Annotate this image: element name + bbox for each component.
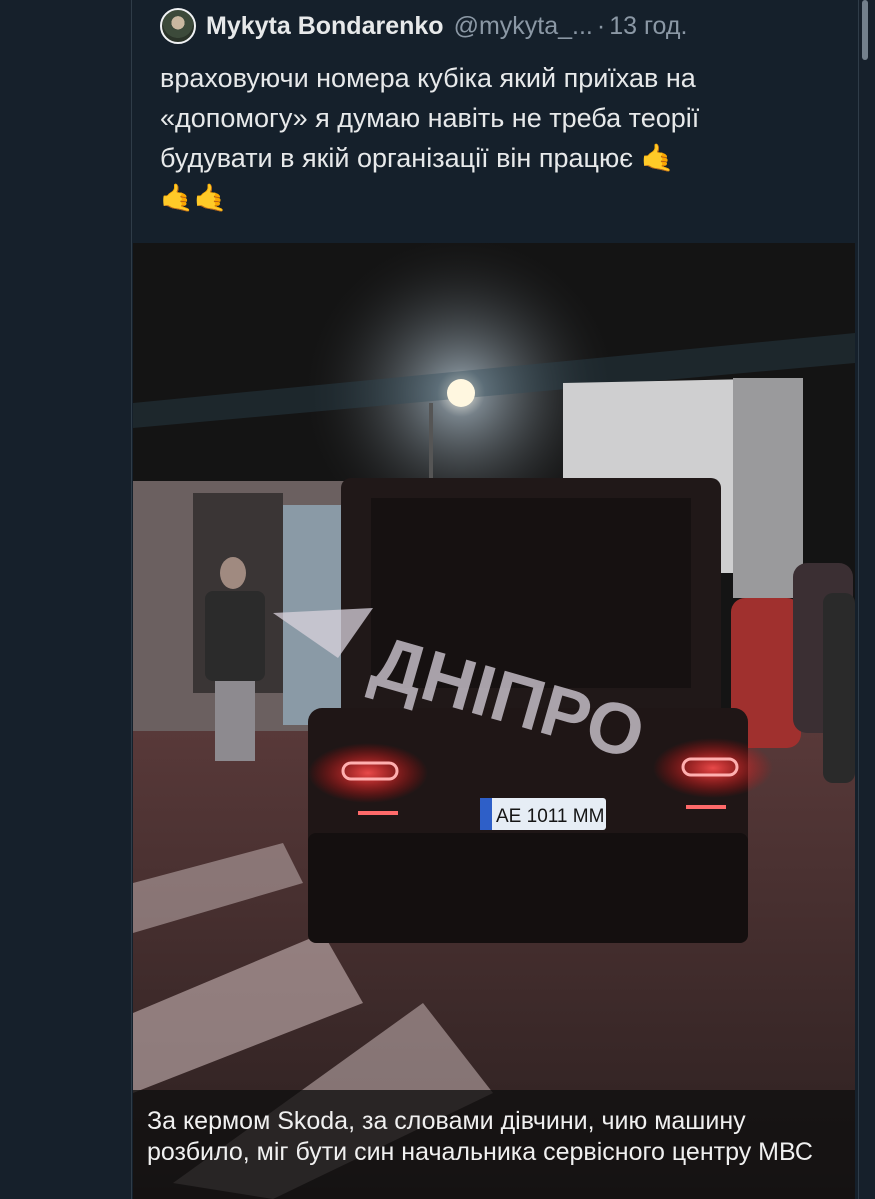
avatar[interactable] [160, 8, 196, 44]
tweet-text-segment: будувати в якій організації він працює [160, 143, 633, 173]
video-frame: AE 1011 MM ДНІПРО [133, 243, 855, 1199]
license-plate-text: AE 1011 MM [496, 806, 604, 827]
tweet-text-line: будувати в якій організації він працює 🤙 [160, 138, 840, 178]
video-caption: За кермом Skoda, за словами дівчини, чию… [147, 1107, 813, 1166]
call-me-hand-emoji-icon: 🤙🤙 [160, 183, 228, 213]
separator-dot: · [596, 11, 606, 40]
tweet-header: Mykyta Bondarenko @mykyta_... · 13 год. [160, 6, 687, 46]
scrollbar[interactable] [862, 0, 868, 60]
tweet-text-line: враховуючи номера кубіка який приїхав на [160, 63, 696, 93]
tweet-text-line: «допомогу» я думаю навіть не треба теорі… [160, 103, 700, 133]
video-caption-bar: За кермом Skoda, за словами дівчини, чию… [133, 1090, 855, 1199]
author-name[interactable]: Mykyta Bondarenko [206, 12, 444, 41]
tweet-timestamp[interactable]: 13 год. [609, 12, 687, 41]
author-handle[interactable]: @mykyta_... [454, 12, 593, 41]
call-me-hand-emoji-icon: 🤙 [640, 143, 675, 173]
tweet-text: враховуючи номера кубіка який приїхав на… [160, 58, 840, 218]
tweet-media-video[interactable]: AE 1011 MM ДНІПРО За кермом Skoda, за сл… [133, 243, 855, 1199]
